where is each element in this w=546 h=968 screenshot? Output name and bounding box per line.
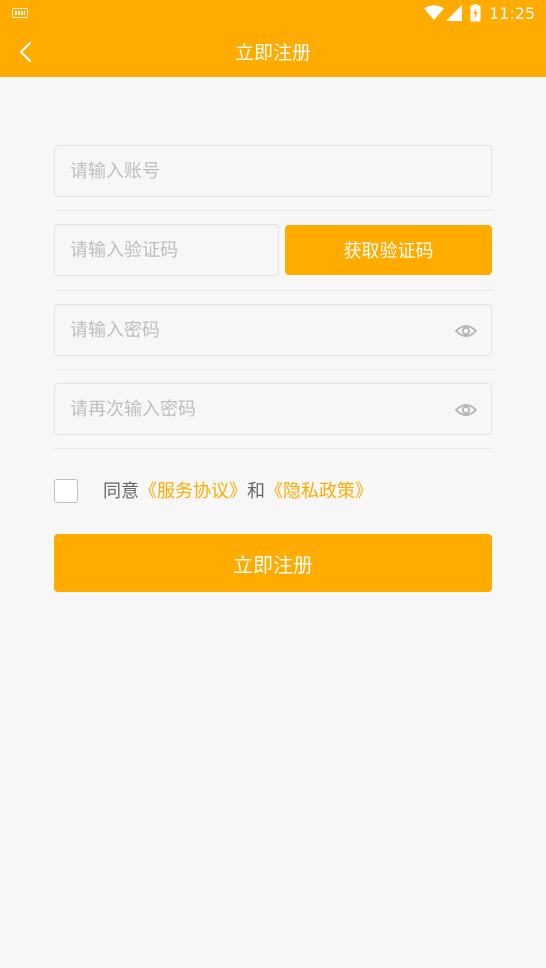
- page-title: 立即注册: [234, 42, 311, 64]
- service-agreement-link[interactable]: 《服务协议》: [139, 481, 247, 502]
- eye-icon[interactable]: [455, 400, 477, 420]
- status-bar: 11:25: [0, 0, 546, 28]
- password-input[interactable]: [55, 305, 491, 355]
- confirm-password-field: [54, 383, 492, 435]
- wifi-icon: [424, 5, 444, 20]
- password-field: [54, 304, 492, 356]
- eye-icon[interactable]: [455, 321, 477, 341]
- status-time: 11:25: [489, 4, 536, 23]
- agreement-text: 同意《服务协议》和《隐私政策》: [103, 479, 373, 505]
- divider: [54, 448, 492, 449]
- agreement-checkbox[interactable]: [54, 479, 78, 503]
- code-field: [54, 224, 279, 276]
- agreement-conjunction: 和: [247, 481, 265, 502]
- get-code-button[interactable]: 获取验证码: [285, 225, 492, 275]
- divider: [54, 369, 492, 370]
- app-bar: 立即注册: [0, 28, 546, 77]
- keyboard-icon: [12, 8, 28, 18]
- privacy-policy-link[interactable]: 《隐私政策》: [265, 481, 373, 502]
- divider: [54, 210, 492, 211]
- account-field: [54, 145, 492, 197]
- register-button[interactable]: 立即注册: [54, 534, 492, 592]
- agreement-row: 同意《服务协议》和《隐私政策》: [54, 479, 492, 505]
- confirm-password-input[interactable]: [55, 384, 491, 434]
- code-input[interactable]: [55, 225, 278, 275]
- account-input[interactable]: [55, 146, 491, 196]
- signal-icon: [446, 5, 462, 21]
- divider: [54, 290, 492, 291]
- agreement-prefix: 同意: [103, 481, 139, 502]
- battery-icon: [470, 4, 481, 22]
